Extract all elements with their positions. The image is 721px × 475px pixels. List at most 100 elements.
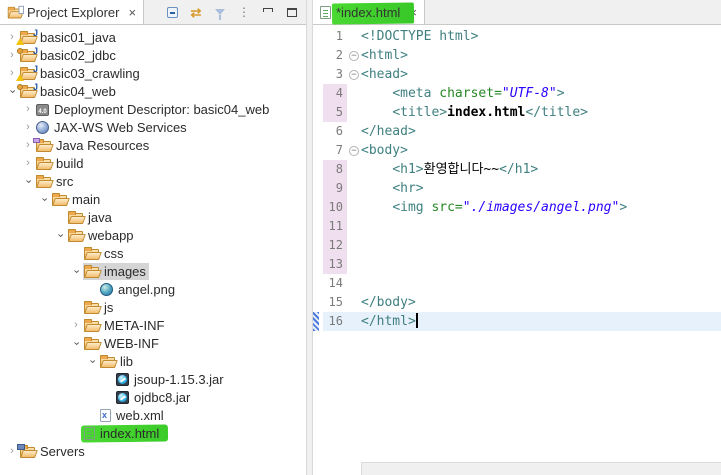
project-explorer-icon [7,5,24,18]
tree-item-basic03-crawling[interactable]: › Jbasic03_crawling [0,64,306,82]
tree-item-label: Deployment Descriptor: basic04_web [54,101,270,117]
tree-item-label: ojdbc8.jar [134,389,191,405]
chevron-open-icon[interactable]: › [71,264,83,278]
tree-item-label: basic03_crawling [40,65,140,81]
tree-item-label: jsoup-1.15.3.jar [134,371,224,387]
annotation-ruler [313,217,323,236]
panel-splitter[interactable] [306,0,313,475]
chevron-closed-icon[interactable]: › [69,319,83,331]
code-line: 1 <!DOCTYPE html> [313,27,721,46]
tree-item-web-inf[interactable]: › WEB-INF [0,334,306,352]
java-badge: J [32,45,38,56]
line-number: 11 [323,217,347,236]
tree-item-lib[interactable]: › lib [0,352,306,370]
filter-button[interactable] [210,2,230,22]
maximize-icon [287,7,297,17]
editor-tab-label: *index.html [336,4,401,20]
tree-item-basic04-web[interactable]: › Jbasic04_web [0,82,306,100]
chevron-closed-icon[interactable]: › [21,121,35,133]
view-menu-button[interactable]: ⋮ [234,2,254,22]
code-line: 16 </html> [313,312,721,331]
jproject-warn-icon: J [16,64,38,81]
chevron-open-icon[interactable]: › [87,354,99,368]
java-badge: J [32,27,38,38]
chevron-open-icon[interactable]: › [55,228,67,242]
tree-item-main[interactable]: › main [0,190,306,208]
view-menu-icon: ⋮ [238,5,250,19]
text-caret [415,313,418,328]
chevron-open-icon[interactable]: › [23,174,35,188]
tree-item-src[interactable]: › src [0,172,306,190]
tree-item-ojdbc8-jar[interactable]: ojdbc8.jar [0,388,306,406]
code-token: > [619,200,628,215]
code-line: 3− <head> [313,65,721,84]
chevron-open-icon[interactable]: › [71,336,83,350]
chevron-open-icon[interactable]: › [39,192,51,206]
tree-item-label: css [104,245,124,261]
fold-toggle[interactable]: − [347,46,361,65]
tree-item-index-html[interactable]: index.html [0,424,306,442]
minimize-icon [263,7,273,12]
tab-index-html[interactable]: *index.html × [313,0,425,24]
collapse-icon: − [349,69,359,80]
tree-item-label: lib [120,353,134,369]
maximize-button[interactable] [282,2,302,22]
tree-item-deployment-descriptor-basic04-web[interactable]: › 4.0 Deployment Descriptor: basic04_web [0,100,306,118]
tree-item-images[interactable]: › images [0,262,306,280]
chevron-open-icon[interactable]: › [7,84,19,98]
tree-item-css[interactable]: css [0,244,306,262]
fold-toggle[interactable]: − [347,141,361,160]
code-line: 12 [313,236,721,255]
tree-item-web-xml[interactable]: x web.xml [0,406,306,424]
tree-item-jax-ws-web-services[interactable]: › JAX-WS Web Services [0,118,306,136]
html-file-icon [320,5,331,19]
tree-item-basic02-jdbc[interactable]: › Jbasic02_jdbc [0,46,306,64]
code-text: <html> [361,46,721,65]
project-badge [17,47,23,54]
tree-item-js[interactable]: js [0,298,306,316]
fold-toggle[interactable]: − [347,65,361,84]
tree-item-basic01-java[interactable]: › Jbasic01_java [0,28,306,46]
tree-item-build[interactable]: › build [0,154,306,172]
tree-item-java[interactable]: java [0,208,306,226]
code-token: </title> [525,105,589,120]
tab-project-explorer[interactable]: Project Explorer × [0,0,145,24]
chevron-closed-icon[interactable]: › [21,103,35,115]
line-number: 1 [335,29,343,43]
chevron-closed-icon[interactable]: › [21,157,35,169]
horizontal-scrollbar[interactable] [361,462,721,475]
tree-item-servers[interactable]: › Servers [0,442,306,460]
code-text: <!DOCTYPE html> [361,27,721,46]
tree-item-webapp[interactable]: › webapp [0,226,306,244]
annotation-ruler [313,179,323,198]
tree-item-meta-inf[interactable]: › META-INF [0,316,306,334]
collapse-all-button[interactable] [162,2,182,22]
tree-item-jsoup-1-15-3-jar[interactable]: jsoup-1.15.3.jar [0,370,306,388]
code-token: </html> [361,314,416,329]
minimize-button[interactable] [258,2,278,22]
tree-item-java-resources[interactable]: › Java Resources [0,136,306,154]
servers-icon [17,443,35,458]
code-token: </head> [361,124,416,139]
code-line: 13 [313,255,721,274]
line-number: 7 [335,143,343,157]
project-explorer-panel: Project Explorer × ⇄ ⋮ › Jbasic01_java › Jb… [0,0,306,475]
project-explorer-tab-label: Project Explorer [27,4,120,20]
tree-item-angel-png[interactable]: angel.png [0,280,306,298]
close-icon[interactable]: × [128,5,136,20]
folder-icon [84,336,99,350]
code-editor[interactable]: 1 <!DOCTYPE html> 2− <html> 3− <head> 4 <meta … [313,25,721,475]
java-badge: J [32,81,38,92]
project-tree: › Jbasic01_java › Jbasic02_jdbc › Jbasic03_cr… [0,25,306,475]
annotation-ruler [313,122,323,141]
annotation-ruler [313,160,323,179]
link-with-editor-button[interactable]: ⇄ [186,2,206,22]
line-number: 9 [323,179,347,198]
line-number: 14 [328,276,343,290]
